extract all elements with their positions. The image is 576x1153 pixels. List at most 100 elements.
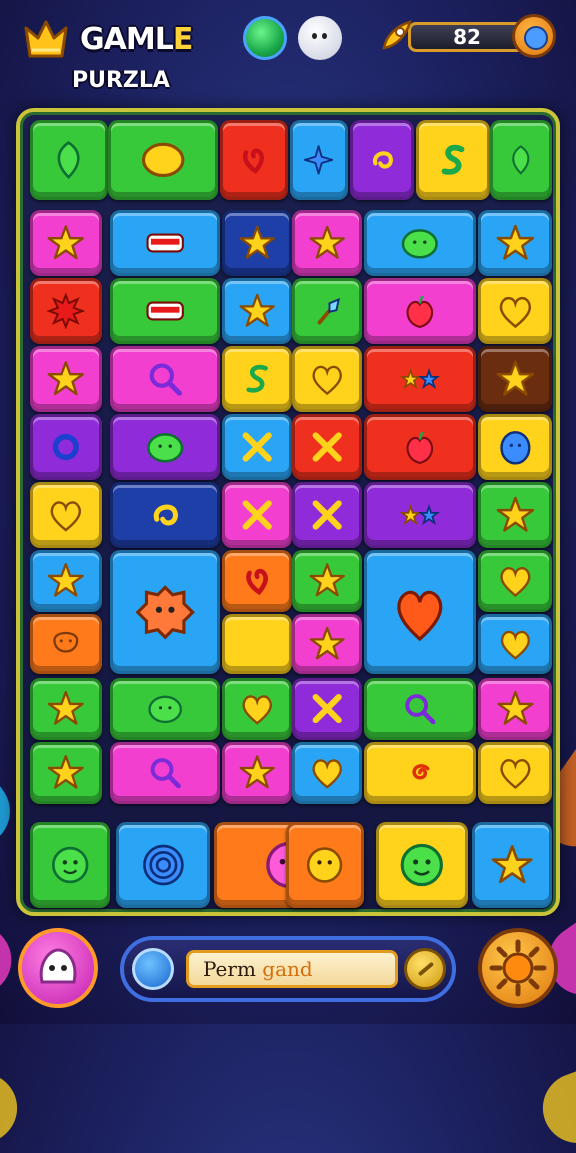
big-heart-icon	[397, 590, 443, 641]
board-tile[interactable]	[416, 120, 490, 200]
pink-creature-icon	[39, 948, 77, 984]
green-face-icon	[400, 843, 444, 887]
hook-icon	[246, 634, 269, 654]
board-tile[interactable]	[30, 278, 102, 344]
green-gear-coin-icon[interactable]	[243, 16, 287, 60]
star-icon	[496, 691, 534, 726]
crown-icon[interactable]	[22, 16, 70, 64]
board-tile[interactable]	[110, 742, 220, 804]
board-tile[interactable]	[478, 414, 552, 480]
board-tile[interactable]	[108, 120, 218, 200]
score-value: 82	[408, 22, 526, 52]
score-bar: 82	[378, 14, 558, 66]
yellow-face-icon	[307, 847, 343, 883]
board-tile[interactable]	[110, 210, 220, 276]
board-tile[interactable]	[350, 120, 414, 200]
board-tile[interactable]	[110, 278, 220, 344]
board-tile[interactable]	[30, 120, 108, 200]
board-tile[interactable]	[472, 822, 552, 908]
board-tile[interactable]	[292, 414, 362, 480]
board-tile[interactable]	[30, 742, 102, 804]
board-tile[interactable]	[478, 678, 552, 740]
board-tile[interactable]	[292, 614, 362, 674]
board-tile[interactable]	[30, 550, 102, 612]
board-tile[interactable]	[292, 278, 362, 344]
board-tile[interactable]	[292, 742, 362, 804]
star-icon	[496, 496, 534, 532]
magnifier-icon	[149, 363, 182, 396]
star-icon	[309, 626, 345, 660]
star-icon	[496, 360, 534, 396]
board-tile[interactable]	[286, 822, 364, 908]
board-tile[interactable]	[478, 614, 552, 674]
two-stars-icon	[399, 503, 441, 526]
board-tile[interactable]	[292, 678, 362, 740]
board-tile[interactable]	[222, 550, 292, 612]
board-tile[interactable]	[222, 278, 292, 344]
monster-icon	[135, 584, 195, 640]
coin-icon[interactable]	[404, 948, 446, 990]
board-tile[interactable]	[220, 120, 288, 200]
board-tile[interactable]	[222, 210, 292, 276]
board-tile[interactable]	[30, 210, 102, 276]
board-tile[interactable]	[292, 482, 362, 548]
cross-icon	[242, 432, 272, 462]
board-tile[interactable]	[222, 678, 292, 740]
board-tile[interactable]	[110, 482, 220, 548]
board-tile[interactable]	[364, 210, 476, 276]
action-bar[interactable]: Perm gand	[120, 936, 456, 1002]
white-face-coin-icon[interactable]	[298, 16, 342, 60]
board-tile[interactable]	[364, 414, 476, 480]
board-tile[interactable]	[30, 678, 102, 740]
board-tile[interactable]	[222, 482, 292, 548]
green-blob-icon	[401, 229, 439, 259]
star-icon	[47, 563, 85, 598]
board-tile[interactable]	[30, 822, 110, 908]
board-tile[interactable]	[292, 346, 362, 412]
board-tile[interactable]	[222, 414, 292, 480]
toy-car-icon	[146, 233, 184, 253]
board-tile[interactable]	[364, 278, 476, 344]
board-tile[interactable]	[292, 550, 362, 612]
board-tile[interactable]	[116, 822, 210, 908]
board-tile[interactable]	[478, 482, 552, 548]
board-tile[interactable]	[222, 742, 292, 804]
snake-icon	[441, 144, 465, 175]
board-tile[interactable]	[364, 550, 476, 674]
board-tile[interactable]	[222, 614, 292, 674]
blue-planet-badge-icon[interactable]	[512, 14, 556, 58]
board-tile[interactable]	[478, 278, 552, 344]
rocket-icon[interactable]	[132, 948, 174, 990]
board-tile[interactable]	[478, 742, 552, 804]
board-tile[interactable]	[30, 414, 102, 480]
board-tile[interactable]	[478, 210, 552, 276]
board-tile[interactable]	[30, 482, 102, 548]
board-tile[interactable]	[110, 678, 220, 740]
green-blob-icon	[148, 696, 182, 724]
board-tile[interactable]	[222, 346, 292, 412]
heart-icon	[499, 759, 531, 790]
board-tile[interactable]	[364, 482, 476, 548]
board-tile[interactable]	[292, 210, 362, 276]
cross-icon	[312, 500, 342, 530]
board-tile[interactable]	[478, 550, 552, 612]
board-tile[interactable]	[478, 346, 552, 412]
board-tile[interactable]	[30, 346, 102, 412]
board-tile[interactable]	[30, 614, 102, 674]
board-tile[interactable]	[364, 678, 476, 740]
board-tile[interactable]	[364, 346, 476, 412]
board-tile[interactable]	[364, 742, 476, 804]
board-tile[interactable]	[110, 550, 220, 674]
board-tile[interactable]	[110, 414, 220, 480]
board-tile[interactable]	[376, 822, 468, 908]
board-tile[interactable]	[490, 120, 552, 200]
pink-creature-button[interactable]	[18, 928, 98, 1008]
sun-gear-icon	[489, 939, 547, 997]
settings-button[interactable]	[478, 928, 558, 1008]
board-tile[interactable]	[290, 120, 348, 200]
smiley-icon	[53, 631, 79, 653]
game-title: GAMLE	[80, 22, 193, 57]
board-tile[interactable]	[110, 346, 220, 412]
star-icon	[309, 563, 345, 597]
puzzle-board	[16, 108, 560, 916]
